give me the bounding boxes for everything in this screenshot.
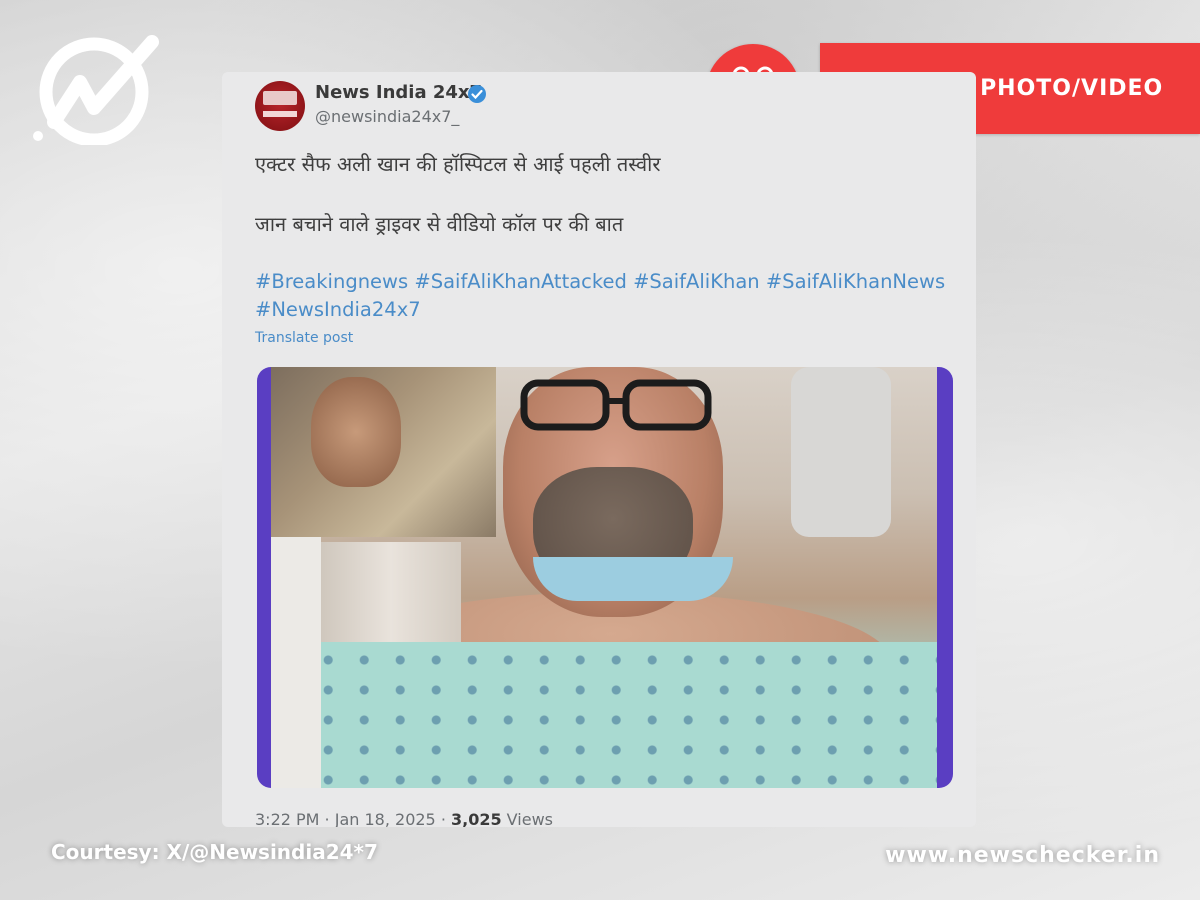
post-media[interactable] <box>257 367 953 788</box>
verified-badge-icon <box>468 85 486 103</box>
avatar[interactable] <box>255 81 305 131</box>
newschecker-logo-icon <box>33 35 159 145</box>
post-text-line-1: एक्टर सैफ अली खान की हॉस्पिटल से आई पहली… <box>255 152 661 176</box>
face-mask <box>533 557 733 601</box>
inset-driver-photo <box>271 367 496 537</box>
post-meta: 3:22 PM · Jan 18, 2025 · 3,025 Views <box>255 810 553 827</box>
translate-post-link[interactable]: Translate post <box>255 330 353 346</box>
account-handle[interactable]: @newsindia24x7_ <box>315 107 459 126</box>
post-hashtags[interactable]: #Breakingnews #SaifAliKhanAttacked #Saif… <box>255 268 955 324</box>
glasses <box>520 379 712 431</box>
bed-remote <box>791 367 891 537</box>
post-timestamp: 3:22 PM · Jan 18, 2025 · <box>255 810 451 827</box>
views-count: 3,025 <box>450 810 502 827</box>
post-text-line-2: जान बचाने वाले ड्राइवर से वीडियो कॉल पर … <box>255 212 624 236</box>
blurred-patch <box>321 542 461 642</box>
courtesy-credit: Courtesy: X/@Newsindia24*7 <box>51 840 378 864</box>
site-url[interactable]: www.newschecker.in <box>885 843 1160 868</box>
account-name[interactable]: News India 24x7 <box>315 82 482 103</box>
tweet-card: News India 24x7 @newsindia24x7_ एक्टर सै… <box>222 72 976 827</box>
views-label: Views <box>501 810 553 827</box>
hospital-gown <box>321 642 937 788</box>
